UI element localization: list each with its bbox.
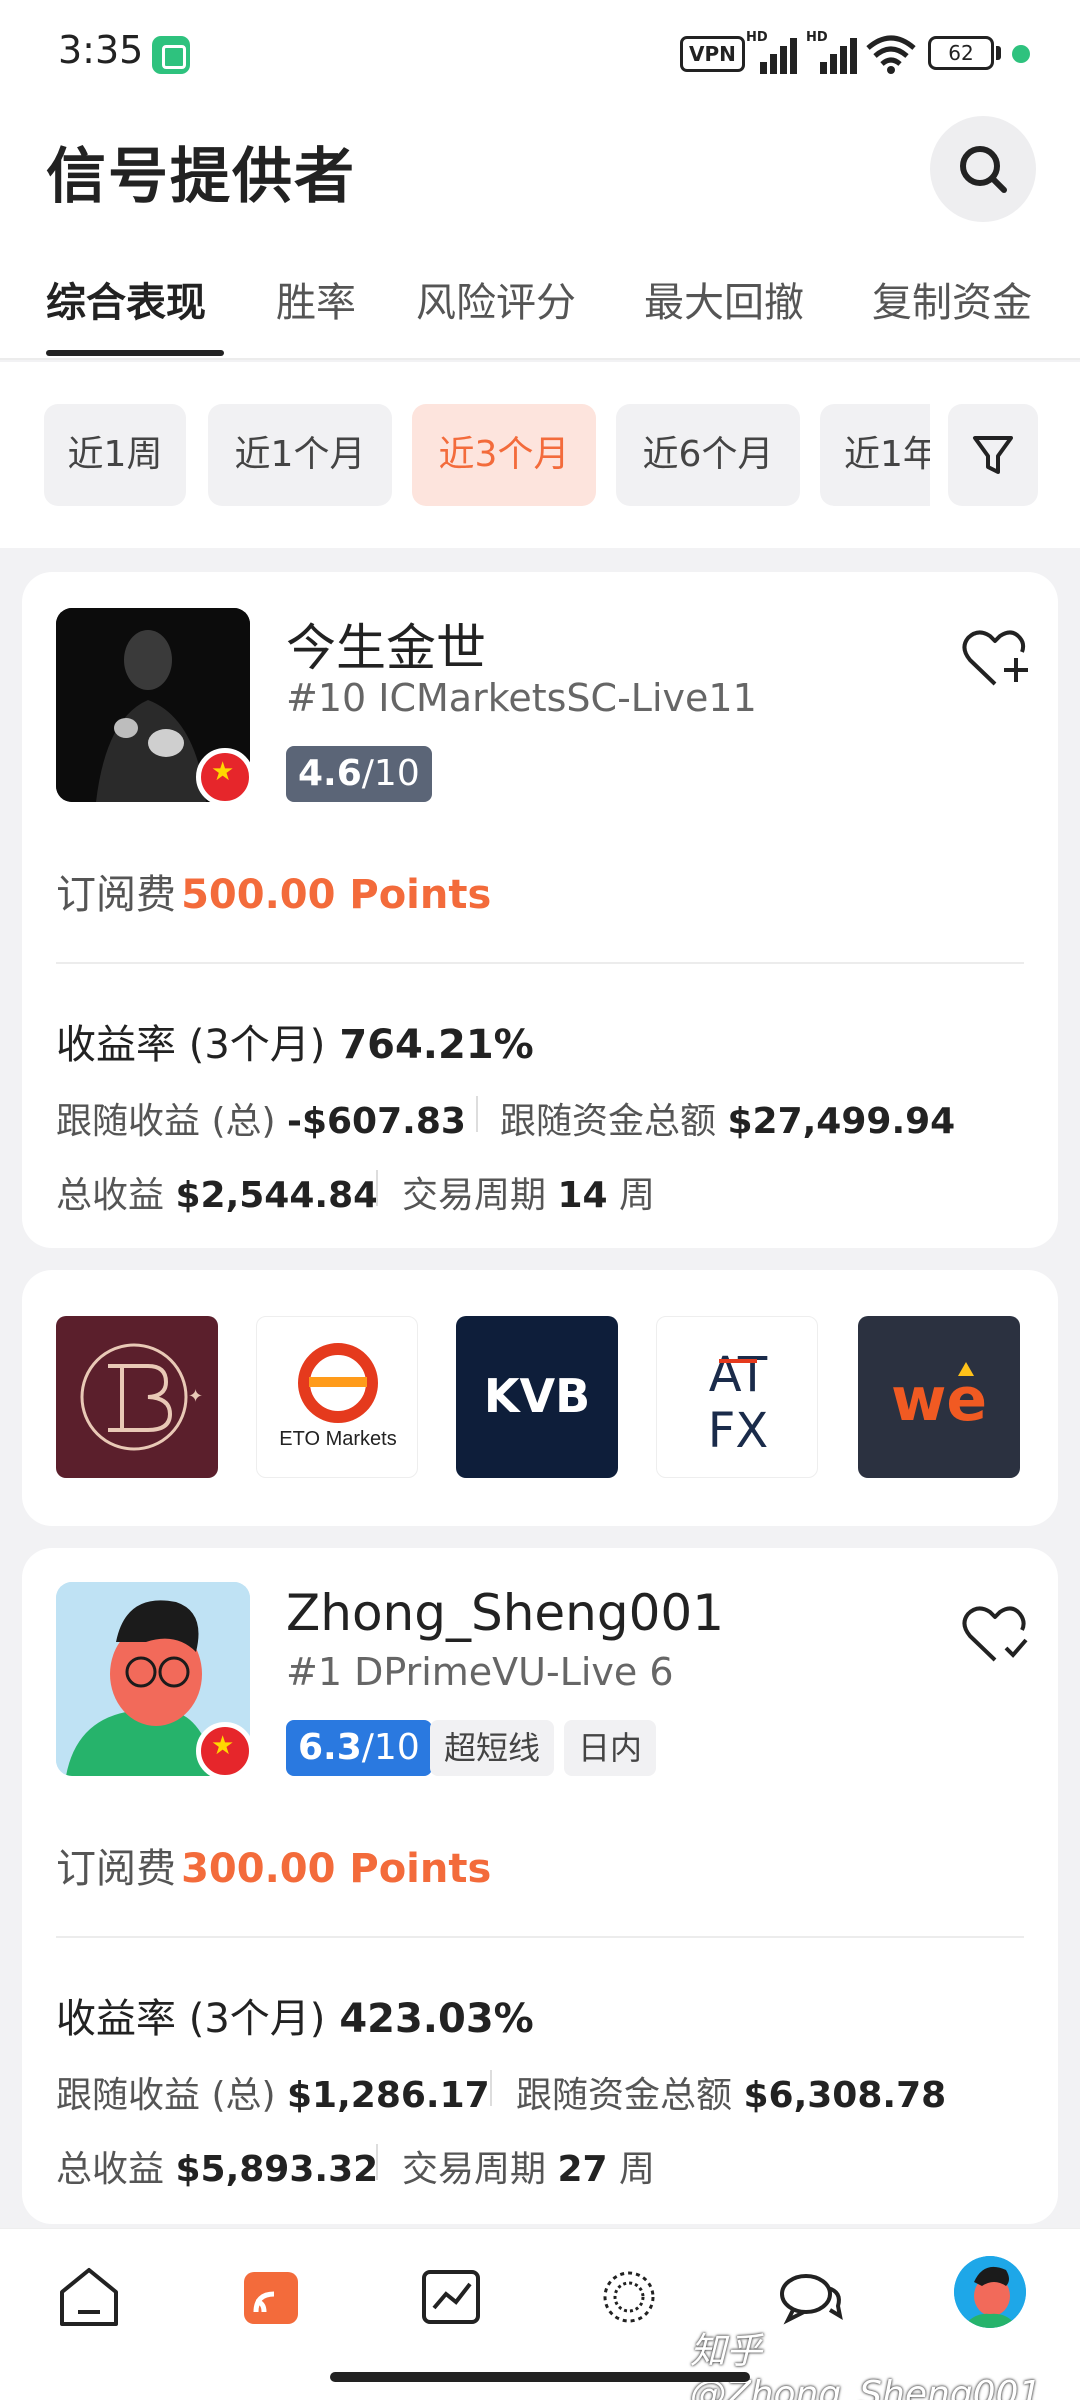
signal-strength-icon-2: HD xyxy=(806,30,857,74)
tab-max-drawdown[interactable]: 最大回撤 xyxy=(644,270,804,328)
svg-text:ETO Markets: ETO Markets xyxy=(279,1428,396,1450)
battery-icon: 62 xyxy=(928,36,994,70)
svg-text:FX: FX xyxy=(708,1403,769,1459)
broker-bc-logo[interactable]: ✦ xyxy=(56,1316,218,1478)
watermark: 知乎 @Zhong_Sheng001 xyxy=(690,2331,1042,2400)
atfx-logo: AT FX xyxy=(708,1347,769,1459)
period-chip-1y[interactable]: 近1年 xyxy=(820,404,930,506)
profile-avatar[interactable] xyxy=(954,2256,1026,2328)
filter-icon xyxy=(973,436,1013,474)
total-profit: 总收益 $2,544.84 xyxy=(56,1175,379,1216)
period-chip-6m[interactable]: 近6个月 xyxy=(616,404,800,506)
follow-profit: 跟随收益 (总) -$607.83 xyxy=(56,1101,466,1142)
china-flag-icon xyxy=(196,1722,254,1780)
discover-icon[interactable] xyxy=(594,2262,664,2332)
divider xyxy=(56,962,1024,964)
wifi-icon xyxy=(866,35,916,74)
heart-add-icon[interactable] xyxy=(960,626,1030,692)
filter-button[interactable] xyxy=(948,404,1038,506)
broker-eto-markets[interactable]: ETO Markets xyxy=(256,1316,418,1478)
score-badge: 6.3/10 xyxy=(286,1720,432,1776)
privacy-dot xyxy=(1012,45,1030,63)
status-bar: 3:35 VPN HD HD 62 xyxy=(0,0,1080,104)
heart-check-icon[interactable] xyxy=(960,1602,1030,1668)
signal-feed-icon[interactable] xyxy=(236,2262,306,2332)
return-rate: 收益率 (3个月) 764.21% xyxy=(56,1022,534,1068)
eto-markets-logo: ETO Markets xyxy=(279,1343,397,1450)
trader-rank-account: #10 ICMarketsSC-Live11 xyxy=(286,676,757,720)
trader-rank-account: #1 DPrimeVU-Live 6 xyxy=(286,1650,674,1694)
page-title: 信号提供者 xyxy=(46,142,356,212)
return-rate: 收益率 (3个月) 423.03% xyxy=(56,1996,534,2042)
period-chip-3m[interactable]: 近3个月 xyxy=(412,404,596,506)
we-logo: we xyxy=(891,1362,987,1435)
divider xyxy=(56,1936,1024,1938)
tab-win-rate[interactable]: 胜率 xyxy=(276,270,356,328)
tab-risk-score[interactable]: 风险评分 xyxy=(416,270,576,328)
tab-overall[interactable]: 综合表现 xyxy=(46,270,206,328)
broker-atfx[interactable]: AT FX xyxy=(656,1316,818,1478)
svg-text:✦: ✦ xyxy=(188,1386,203,1407)
app-notification-icon xyxy=(152,36,190,74)
tag-intraday: 日内 xyxy=(564,1720,657,1776)
subscription-fee: 订阅费 300.00 Points xyxy=(56,1846,492,1892)
search-button[interactable] xyxy=(930,116,1036,222)
kvb-logo: KVB xyxy=(484,1369,590,1423)
signal-strength-icon: HD xyxy=(746,30,797,74)
home-indicator[interactable] xyxy=(330,2372,750,2382)
status-time: 3:35 xyxy=(58,28,144,72)
svg-text:KVB: KVB xyxy=(484,1369,590,1423)
period-chip-1y-clip: 近1年 xyxy=(820,404,930,506)
follow-funds: 跟随资金总额 $27,499.94 xyxy=(500,1101,956,1142)
bc-logo-icon: ✦ xyxy=(80,1343,203,1451)
china-flag-icon xyxy=(196,748,254,806)
chart-icon[interactable] xyxy=(416,2262,486,2332)
follow-profit: 跟随收益 (总) $1,286.17 xyxy=(56,2075,490,2116)
broker-we[interactable]: we xyxy=(858,1316,1020,1478)
svg-text:AT: AT xyxy=(709,1347,768,1403)
total-profit: 总收益 $5,893.32 xyxy=(56,2149,379,2190)
search-icon xyxy=(960,146,1007,193)
period-chip-1w[interactable]: 近1周 xyxy=(44,404,186,506)
follow-funds: 跟随资金总额 $6,308.78 xyxy=(516,2075,947,2116)
score-badge: 4.6/10 xyxy=(286,746,432,802)
subscription-fee: 订阅费 500.00 Points xyxy=(56,872,492,918)
broker-kvb[interactable]: KVB xyxy=(456,1316,618,1478)
trading-cycle: 交易周期 14 周 xyxy=(402,1175,656,1216)
active-tab-indicator xyxy=(46,350,224,356)
tab-copy-funds[interactable]: 复制资金 xyxy=(872,270,1032,328)
tag-scalping: 超短线 xyxy=(430,1720,555,1776)
period-chip-1m[interactable]: 近1个月 xyxy=(208,404,392,506)
vpn-indicator: VPN xyxy=(680,36,745,72)
home-icon[interactable] xyxy=(54,2262,124,2332)
trader-name: 今生金世 xyxy=(286,619,486,677)
trader-name: Zhong_Sheng001 xyxy=(286,1584,725,1642)
trading-cycle: 交易周期 27 周 xyxy=(402,2149,656,2190)
